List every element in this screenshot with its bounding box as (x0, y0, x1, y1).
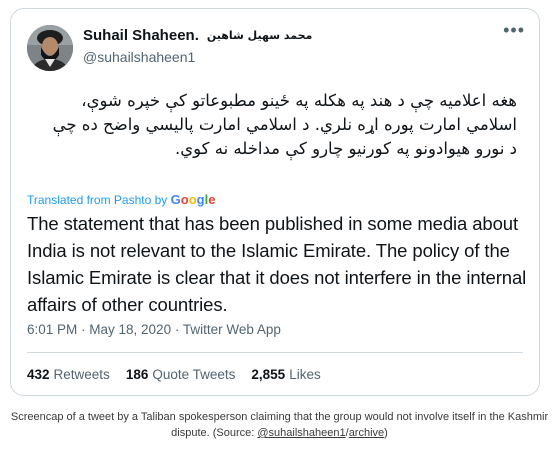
translated-from-label: Translated from Pashto by (27, 193, 168, 207)
display-name-native[interactable]: محمد سهیل شاهین (207, 29, 312, 42)
caption-source-link[interactable]: @suhailshaheen1 (257, 427, 345, 439)
tweet-card[interactable]: Suhail Shaheen. محمد سهیل شاهین @suhails… (10, 8, 540, 396)
display-name[interactable]: Suhail Shaheen. (83, 27, 199, 44)
retweets-stat[interactable]: 432 Retweets (27, 367, 110, 382)
tweet-original-text: هغه اعلامیه چې د هند په هکله په ځینو مطب… (52, 91, 517, 158)
caption-close: ) (384, 427, 388, 439)
more-dots-icon[interactable]: ••• (503, 21, 525, 39)
tweet-translated-text: The statement that has been published in… (27, 213, 527, 315)
quote-tweets-label: Quote Tweets (152, 367, 236, 382)
avatar[interactable] (27, 25, 73, 71)
retweets-count: 432 (27, 367, 50, 382)
image-caption: Screencap of a tweet by a Taliban spokes… (0, 409, 559, 441)
quote-tweets-stat[interactable]: 186 Quote Tweets (126, 367, 236, 382)
google-logo: Google (170, 192, 216, 207)
quote-tweets-count: 186 (125, 367, 149, 382)
translation-attribution[interactable]: Translated from Pashto by Google (27, 192, 215, 207)
tweet-timestamp[interactable]: 6:01 PM · May 18, 2020 · Twitter Web App (27, 322, 281, 337)
likes-count: 2,855 (251, 367, 286, 382)
engagement-stats: 432 Retweets 186 Quote Tweets 2,855 Likes (27, 367, 321, 382)
avatar-portrait-image (27, 25, 73, 71)
caption-archive-link[interactable]: archive (349, 427, 384, 439)
likes-stat[interactable]: 2,855 Likes (251, 367, 320, 382)
divider (27, 352, 523, 353)
retweets-label: Retweets (53, 367, 110, 382)
user-handle[interactable]: @suhailshaheen1 (83, 49, 195, 65)
likes-label: Likes (289, 367, 321, 382)
